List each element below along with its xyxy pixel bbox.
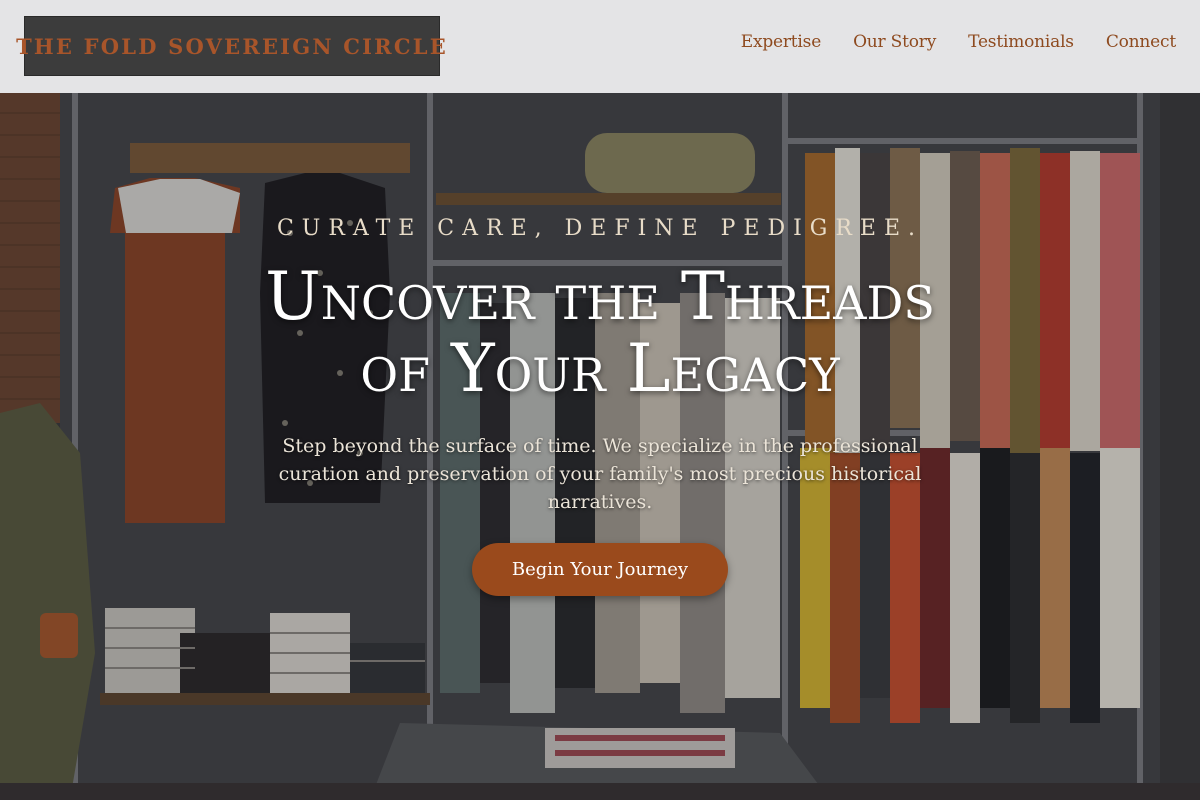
nav-link-testimonials[interactable]: Testimonials (968, 32, 1074, 52)
logo[interactable]: THE FOLD SOVEREIGN CIRCLE (16, 16, 446, 76)
nav-link-our-story[interactable]: Our Story (853, 32, 936, 52)
nav-link-connect[interactable]: Connect (1106, 32, 1176, 52)
begin-journey-button[interactable]: Begin Your Journey (472, 543, 728, 596)
hero-headline-line-1: Uncover the Threads (265, 258, 935, 335)
site-header: THE FOLD SOVEREIGN CIRCLE Expertise Our … (0, 0, 1200, 93)
hero-headline: Uncover the Threads of Your Legacy (0, 261, 1200, 405)
hero-content: Curate Care, Define Pedigree. Uncover th… (0, 93, 1200, 800)
hero-eyebrow: Curate Care, Define Pedigree. (276, 216, 924, 241)
hero-section: Curate Care, Define Pedigree. Uncover th… (0, 93, 1200, 800)
nav-link-expertise[interactable]: Expertise (741, 32, 822, 52)
hero-subtext: Step beyond the surface of time. We spec… (278, 435, 922, 513)
hero-headline-line-2: of Your Legacy (360, 330, 840, 407)
logo-text: THE FOLD SOVEREIGN CIRCLE (16, 33, 448, 59)
main-nav: Expertise Our Story Testimonials Connect (741, 32, 1176, 52)
